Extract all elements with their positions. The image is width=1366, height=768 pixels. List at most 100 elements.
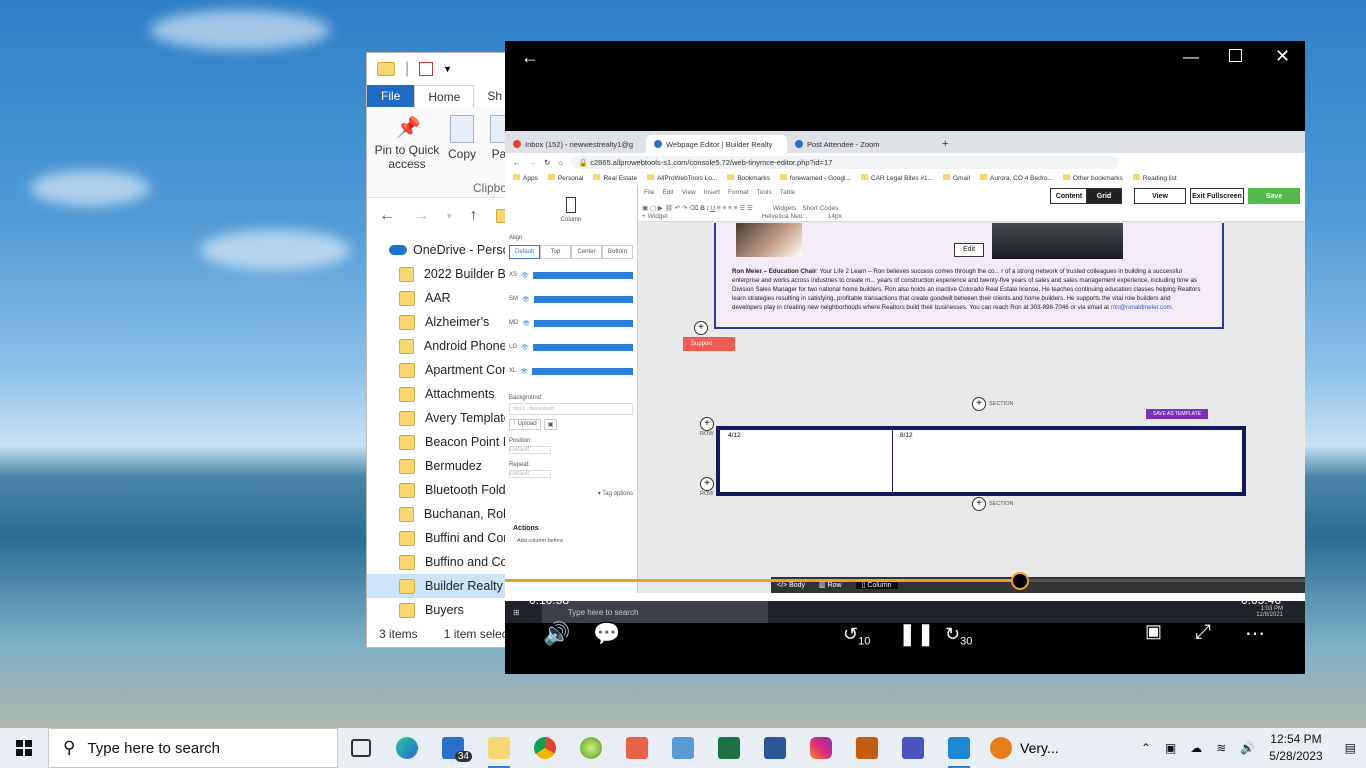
taskbar-search-box[interactable]: ⚲ Type here to search	[48, 728, 338, 768]
bookmark-item[interactable]: Other bookmarks	[1062, 174, 1123, 182]
media-player-icon[interactable]	[936, 728, 982, 768]
new-tab-icon[interactable]: +	[942, 138, 948, 150]
bookmark-item[interactable]: CAR Legal Bites #1...	[860, 174, 933, 182]
tree-item-folder[interactable]: Buffino and Co	[367, 550, 517, 574]
bookmark-item[interactable]: Bookmarks	[727, 174, 770, 182]
tree-item-folder[interactable]: Android Phone 2	[367, 334, 517, 358]
seek-bar[interactable]	[505, 572, 1305, 590]
tree-item-folder[interactable]: Builder Realty C	[367, 574, 517, 598]
word-icon[interactable]	[752, 728, 798, 768]
menu-item[interactable]: Table	[780, 189, 796, 196]
bookmark-item[interactable]: forewarned - Googl...	[779, 174, 851, 182]
task-view-icon[interactable]	[338, 728, 384, 768]
tree-item-folder[interactable]: 2022 Builder Bre	[367, 262, 517, 286]
background-url-input[interactable]: http://...file/url/path	[509, 403, 633, 415]
crumb-row[interactable]: ▥ Row	[819, 581, 842, 589]
chevron-down-icon[interactable]: ▼	[443, 64, 452, 74]
tree-item-folder[interactable]: Alzheimer's	[367, 310, 517, 334]
bookmark-item[interactable]: Reading list	[1132, 174, 1177, 182]
onedrive-icon[interactable]: ☁	[1190, 741, 1202, 755]
crumb-column[interactable]: ▯ Column	[855, 581, 898, 589]
align-center[interactable]: Center	[571, 245, 602, 259]
browser-tab[interactable]: Inbox (152) - newwestrealty1@g	[505, 135, 646, 153]
add-row-icon[interactable]: +	[700, 417, 714, 431]
excel-icon[interactable]	[706, 728, 752, 768]
tag-options-toggle[interactable]: ▾ Tag options	[509, 490, 633, 497]
add-row-icon[interactable]: +	[694, 321, 708, 335]
bookmark-item[interactable]: Aurora, CO 4 Bedro...	[980, 174, 1053, 182]
pin-to-quick-access-button[interactable]: 📌 Pin to Quick access	[373, 115, 441, 171]
column-width-slider[interactable]	[531, 367, 633, 375]
view-button[interactable]: View	[1134, 188, 1186, 204]
menu-item[interactable]: View	[682, 189, 696, 196]
edge-icon[interactable]	[384, 728, 430, 768]
font-select[interactable]: Helvetica Neu...	[762, 213, 808, 220]
teams-icon[interactable]	[890, 728, 936, 768]
align-default[interactable]: Default	[509, 245, 540, 259]
align-bottom[interactable]: Bottom	[602, 245, 633, 259]
control-panel-icon[interactable]	[660, 728, 706, 768]
tree-item-folder[interactable]: Buffini and Com	[367, 526, 517, 550]
forward-arrow-icon[interactable]: →	[413, 207, 429, 225]
menu-item[interactable]: Insert	[704, 189, 720, 196]
eye-icon[interactable]: 👁	[521, 344, 529, 351]
save-button[interactable]: Save	[1248, 188, 1300, 204]
tab-home[interactable]: Home	[414, 84, 475, 108]
add-section-icon[interactable]: +	[972, 497, 986, 511]
start-button[interactable]	[0, 728, 48, 768]
chevron-up-icon[interactable]: ⌃	[1141, 741, 1151, 755]
bookmark-item[interactable]: Personal	[547, 174, 583, 182]
menu-item[interactable]: Edit	[662, 189, 673, 196]
clock[interactable]: 12:54 PM 5/28/2023	[1269, 731, 1322, 765]
add-row-icon[interactable]: +	[700, 477, 714, 491]
tree-item-folder[interactable]: Buchanan, Robe	[367, 502, 517, 526]
forward-arrow-icon[interactable]: →	[529, 158, 537, 167]
chevron-down-icon[interactable]: ▾	[447, 211, 452, 222]
skip-back-button[interactable]: ↺10	[843, 624, 870, 648]
menu-item[interactable]: File	[644, 189, 654, 196]
edit-button[interactable]: Edit	[954, 243, 984, 257]
save-as-template-button[interactable]: SAVE AS TEMPLATE	[1146, 409, 1208, 419]
minimize-icon[interactable]: —	[1183, 49, 1199, 67]
eye-icon[interactable]: 👁	[522, 320, 530, 327]
image-icon[interactable]: ▣	[543, 419, 558, 430]
bio-section[interactable]: Edit Ron Meier – Education Chair: Your L…	[714, 223, 1224, 329]
reload-icon[interactable]: ↻	[544, 158, 550, 167]
repeat-select[interactable]: Default	[509, 470, 551, 478]
more-options-icon[interactable]: ⋯	[1245, 621, 1265, 646]
breakpoint-row[interactable]: LG 👁	[509, 335, 633, 359]
menu-item[interactable]: Format	[728, 189, 749, 196]
widgets-select[interactable]: Widgets	[773, 205, 796, 212]
copy-button[interactable]: Copy	[445, 115, 479, 161]
font-size-select[interactable]: 14px	[828, 213, 842, 220]
captions-icon[interactable]: 💬	[593, 621, 620, 647]
page-preview[interactable]: Edit Ron Meier – Education Chair: Your L…	[638, 223, 1305, 575]
skip-forward-button[interactable]: ↻30	[945, 624, 972, 648]
column-width-slider[interactable]	[533, 319, 633, 327]
presentation-icon[interactable]	[844, 728, 890, 768]
browser-tab-active[interactable]: Webpage Editor | Builder Realty	[646, 135, 787, 153]
breakpoint-row[interactable]: SM 👁	[509, 287, 633, 311]
support-tab[interactable]: Support	[683, 337, 735, 351]
column-width-slider[interactable]	[533, 295, 633, 303]
instagram-icon[interactable]	[798, 728, 844, 768]
bookmark-item[interactable]: Apps	[513, 174, 538, 182]
bookmark-item[interactable]: Gmail	[943, 174, 970, 182]
breakpoint-row[interactable]: XS 👁	[509, 263, 633, 287]
browser-tab[interactable]: Post Attendee - Zoom	[787, 135, 928, 153]
align-top[interactable]: Top	[540, 245, 571, 259]
crumb-body[interactable]: </> Body	[777, 582, 805, 589]
pause-icon[interactable]: ❚❚	[898, 621, 935, 647]
short-codes-select[interactable]: Short Codes	[802, 205, 838, 212]
add-section-icon[interactable]: +	[972, 397, 986, 411]
menu-item[interactable]: Tools	[757, 189, 772, 196]
url-input[interactable]: 🔒 c2865.allprowebtools-s1.com/console5.7…	[570, 155, 1119, 169]
close-icon[interactable]: ✕	[1275, 46, 1290, 67]
file-explorer-icon[interactable]	[476, 728, 522, 768]
eye-icon[interactable]: 👁	[520, 368, 528, 375]
tree-item-folder[interactable]: Bluetooth Folde	[367, 478, 517, 502]
back-arrow-icon[interactable]: ←	[521, 47, 539, 68]
video-frame[interactable]: Inbox (152) - newwestrealty1@g Webpage E…	[505, 131, 1305, 623]
bookmark-item[interactable]: AllProWebTools Lo...	[647, 174, 717, 182]
back-arrow-icon[interactable]: ←	[513, 158, 521, 167]
